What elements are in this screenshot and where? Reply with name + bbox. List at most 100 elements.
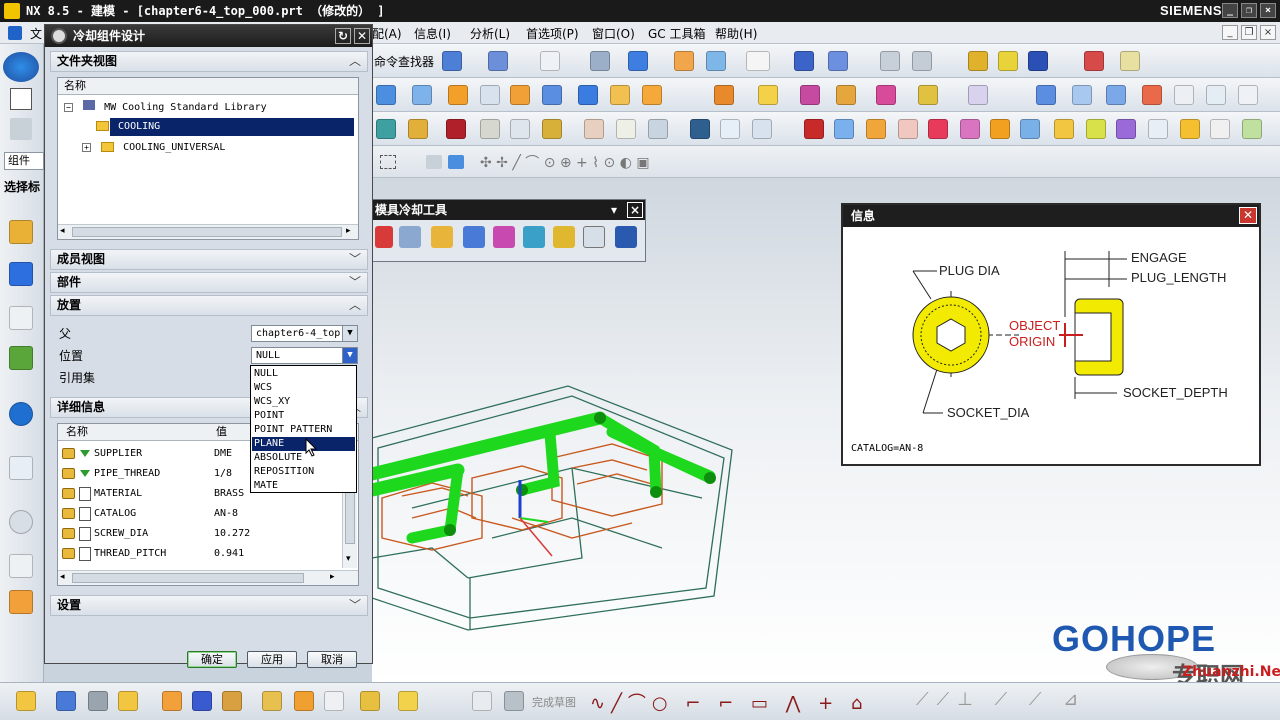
pattern-channel-icon[interactable] — [375, 226, 393, 248]
workpiece-icon[interactable] — [446, 119, 466, 139]
table-row[interactable]: CATALOG AN-8 — [58, 504, 342, 524]
mold-tool-icon[interactable] — [968, 85, 988, 105]
mirror-icon[interactable] — [88, 691, 108, 711]
menu-help[interactable]: 帮助(H) — [715, 25, 757, 42]
option-wcs[interactable]: WCS — [252, 381, 355, 395]
shell-icon[interactable] — [510, 85, 530, 105]
option-reposition[interactable]: REPOSITION — [252, 465, 355, 479]
tree-item-library[interactable]: − MW Cooling Standard Library — [64, 98, 267, 118]
web-browser-icon[interactable] — [9, 456, 33, 480]
cooling-list-icon[interactable] — [615, 226, 637, 248]
tree-hscrollbar[interactable]: ◂ ▸ — [58, 224, 358, 239]
option-point[interactable]: POINT — [252, 409, 355, 423]
info-close-icon[interactable]: ✕ — [1239, 207, 1257, 224]
rib-icon[interactable] — [1086, 119, 1106, 139]
reuse-library-icon[interactable] — [9, 346, 33, 370]
unite-icon[interactable] — [714, 85, 734, 105]
info-window-titlebar[interactable]: 信息 — [843, 205, 1259, 227]
mirror-assembly-icon[interactable] — [192, 691, 212, 711]
command-finder-label[interactable]: 命令查找器 — [374, 53, 434, 70]
cylinder-icon[interactable] — [610, 85, 630, 105]
finish-sketch-icon[interactable] — [504, 691, 524, 711]
dialog-close-icon[interactable]: ✕ — [354, 28, 370, 44]
subtract-icon[interactable] — [758, 85, 778, 105]
display-icon[interactable] — [794, 51, 814, 71]
option-mate[interactable]: MATE — [252, 479, 355, 493]
settings-header[interactable]: 设置 ﹀ — [50, 595, 368, 616]
sketch-curve-icons[interactable]: ∿╱⌒○ ⌐ ⌐ ▭ ⋀ + ⌂ — [590, 689, 868, 715]
close-window-icon[interactable]: × — [1260, 3, 1276, 18]
apply-button[interactable]: 应用 — [247, 651, 297, 668]
analysis-icon[interactable] — [998, 51, 1018, 71]
surface-icon[interactable] — [1036, 85, 1056, 105]
explode-icon[interactable] — [324, 691, 344, 711]
define-channel-icon[interactable] — [431, 226, 453, 248]
snap-icon[interactable] — [1028, 51, 1048, 71]
restore-icon[interactable]: ❐ — [1241, 3, 1257, 18]
ruler-icon[interactable] — [1120, 51, 1140, 71]
pattern-component-icon[interactable] — [162, 691, 182, 711]
assembly-navigator-icon[interactable] — [9, 220, 33, 244]
parent-select[interactable]: chapter6-4_top ▼ — [251, 325, 358, 342]
tree-scroll-thumb[interactable] — [72, 227, 342, 237]
open-folder-icon[interactable] — [674, 51, 694, 71]
direct-channel-icon[interactable] — [399, 226, 421, 248]
measure-icon[interactable] — [968, 51, 988, 71]
info-icon[interactable] — [488, 51, 508, 71]
cavity-icon[interactable] — [1020, 119, 1040, 139]
chevron-down-icon[interactable]: ▼ — [342, 326, 357, 341]
flange-icon[interactable] — [1238, 85, 1258, 105]
connect-channel-icon[interactable] — [463, 226, 485, 248]
trim-body-icon[interactable] — [836, 85, 856, 105]
orient-view-icon[interactable] — [628, 51, 648, 71]
doc-close-icon[interactable]: × — [1260, 25, 1276, 40]
render-style-icon[interactable] — [590, 51, 610, 71]
folder-view-header[interactable]: 文件夹视图 ︿ — [50, 51, 368, 72]
cooling-fitting-icon[interactable] — [553, 226, 575, 248]
fit-view-icon[interactable] — [540, 51, 560, 71]
background-icon[interactable] — [746, 51, 770, 71]
sequence-icon[interactable] — [360, 691, 380, 711]
cooling-design-icon[interactable] — [510, 119, 530, 139]
bom-icon[interactable] — [752, 119, 772, 139]
layout-icon[interactable] — [480, 119, 500, 139]
parting-icon[interactable] — [408, 119, 428, 139]
history-icon[interactable] — [9, 510, 33, 534]
show-hide-icon[interactable] — [880, 51, 900, 71]
intersect-icon[interactable] — [800, 85, 820, 105]
gate-icon[interactable] — [898, 119, 918, 139]
insert-icon[interactable] — [928, 119, 948, 139]
sweep-icon[interactable] — [1142, 85, 1162, 105]
cooling-standard-icon[interactable] — [583, 226, 605, 248]
scroll-right-icon[interactable]: ▸ — [346, 226, 356, 236]
shrink-icon[interactable] — [1054, 119, 1074, 139]
part-navigator-icon[interactable] — [9, 306, 33, 330]
layer-icon[interactable] — [442, 51, 462, 71]
system-materials-icon[interactable] — [9, 554, 33, 578]
ejector-icon[interactable] — [616, 119, 636, 139]
adjust-channel-icon[interactable] — [523, 226, 545, 248]
component-icon[interactable] — [56, 691, 76, 711]
option-plane[interactable]: PLANE — [252, 437, 355, 451]
core-icon[interactable] — [990, 119, 1010, 139]
move-icon[interactable] — [222, 691, 242, 711]
sketch-constraint-icons[interactable]: ⟋⟋⊥ ⟋ ⟋ ⊿ — [916, 689, 1086, 710]
scroll-left-icon[interactable]: ◂ — [60, 226, 70, 236]
nx-start-icon[interactable] — [3, 52, 39, 82]
menu-file[interactable]: 文 — [30, 25, 42, 42]
revolve-icon[interactable] — [412, 85, 432, 105]
swoop-icon[interactable] — [1106, 85, 1126, 105]
extend-channel-icon[interactable] — [493, 226, 515, 248]
extrude-icon[interactable] — [376, 85, 396, 105]
doc-minimize-icon[interactable]: _ — [1222, 25, 1238, 40]
point-icon[interactable] — [1084, 51, 1104, 71]
dialog-titlebar[interactable]: 冷却组件设计 ↻ ✕ — [45, 25, 372, 47]
hole-icon[interactable] — [542, 85, 562, 105]
assembly-add-icon[interactable] — [16, 691, 36, 711]
mold-wizard-icon[interactable] — [376, 119, 396, 139]
details-hscroll-thumb[interactable] — [72, 573, 304, 583]
minimize-icon[interactable]: _ — [1222, 3, 1238, 18]
cooling-toolbar-titlebar[interactable]: 模具冷却工具 ▾ × — [373, 200, 645, 220]
move-component-icon[interactable] — [912, 51, 932, 71]
clipboard-icon[interactable] — [10, 118, 32, 140]
